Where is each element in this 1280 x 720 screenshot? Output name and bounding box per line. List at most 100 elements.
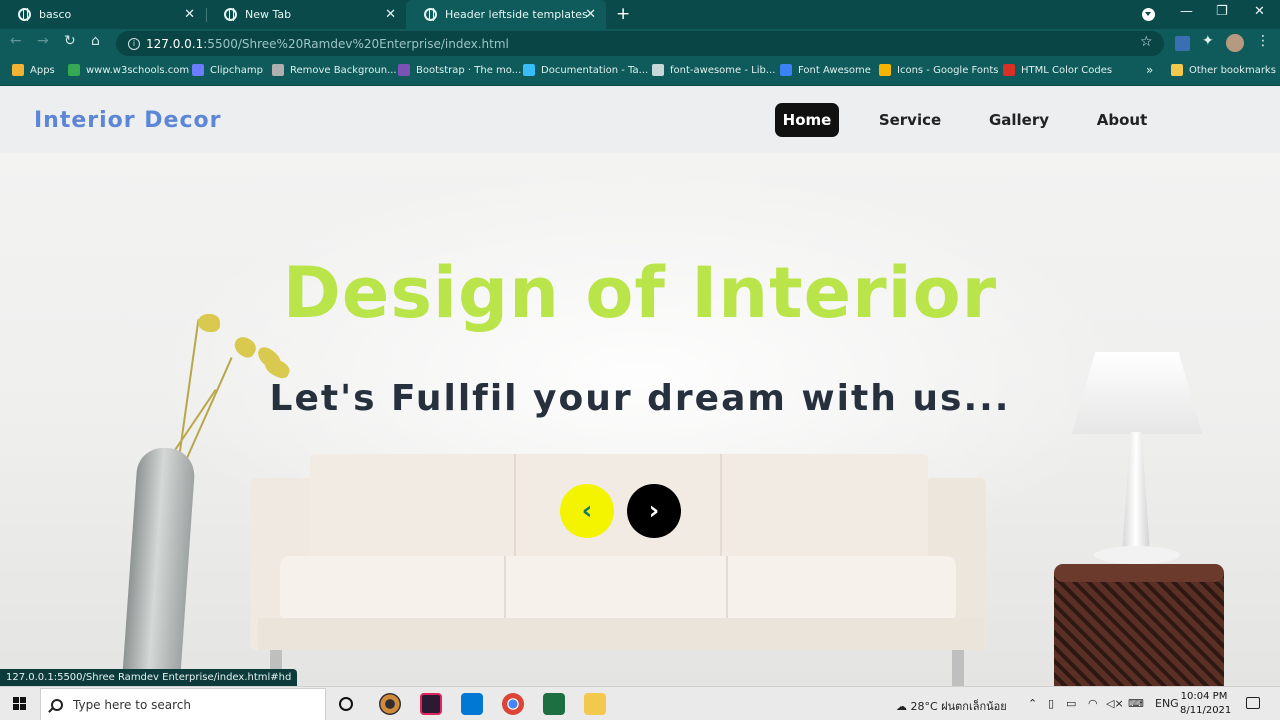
bookmarks-bar: Apps www.w3schools.com Clipchamp Remove … bbox=[0, 58, 1280, 86]
window-close-icon[interactable]: ✕ bbox=[1254, 4, 1265, 19]
bookmark-html-color-codes[interactable]: HTML Color Codes bbox=[1003, 64, 1112, 76]
notification-icon[interactable] bbox=[1246, 697, 1260, 709]
clock-date: 8/11/2021 bbox=[1180, 705, 1232, 716]
restore-icon[interactable]: ❐ bbox=[1216, 4, 1228, 19]
bookmark-label: font-awesome - Lib... bbox=[670, 64, 776, 76]
obs-studio-icon[interactable] bbox=[379, 693, 401, 715]
bookmark-w3schools[interactable]: www.w3schools.com bbox=[68, 64, 189, 76]
minimize-icon[interactable]: — bbox=[1180, 4, 1193, 19]
couch-cushion bbox=[516, 454, 722, 562]
url-path: :5500/Shree%20Ramdev%20Enterprise/index.… bbox=[203, 36, 509, 51]
bookmark-star-icon[interactable]: ☆ bbox=[1140, 34, 1153, 50]
web-page: Interior Decor Home Service Gallery Abou… bbox=[0, 86, 1280, 686]
taskbar-search-input[interactable]: Type here to search bbox=[40, 688, 326, 720]
other-bookmarks[interactable]: Other bookmarks bbox=[1171, 64, 1276, 76]
chrome-icon[interactable] bbox=[502, 693, 524, 715]
tab-new-tab[interactable]: New Tab ✕ bbox=[206, 0, 406, 29]
file-explorer-icon[interactable] bbox=[584, 693, 606, 715]
tab-search-icon[interactable] bbox=[1142, 8, 1155, 21]
info-icon[interactable]: i bbox=[128, 37, 140, 50]
search-placeholder: Type here to search bbox=[73, 697, 191, 712]
bookmark-google-icons[interactable]: Icons - Google Fonts bbox=[879, 64, 999, 76]
vscode-icon[interactable] bbox=[461, 693, 483, 715]
address-bar[interactable]: i 127.0.0.1:5500/Shree%20Ramdev%20Enterp… bbox=[116, 31, 1164, 56]
weather-widget[interactable]: ☁ 28°C ฝนตกเล็กน้อย bbox=[896, 697, 1007, 715]
close-icon[interactable]: ✕ bbox=[184, 7, 195, 22]
extension-icon[interactable] bbox=[1175, 36, 1190, 51]
vase bbox=[121, 448, 197, 686]
remove-bg-icon bbox=[272, 64, 284, 76]
couch-back bbox=[310, 454, 928, 562]
couch-base bbox=[258, 618, 984, 650]
slider-prev-button[interactable]: ‹ bbox=[560, 484, 614, 538]
bookmark-bootstrap[interactable]: Bootstrap · The mo... bbox=[398, 64, 521, 76]
extensions-puzzle-icon[interactable]: ✦ bbox=[1202, 33, 1217, 49]
chrome-icon bbox=[224, 8, 237, 21]
excel-icon[interactable] bbox=[543, 693, 565, 715]
windows-taskbar: Type here to search ☁ 28°C ฝนตกเล็กน้อย … bbox=[0, 686, 1280, 720]
bookmark-font-awesome-lib[interactable]: font-awesome - Lib... bbox=[652, 64, 775, 76]
bookmark-apps[interactable]: Apps bbox=[12, 64, 55, 76]
clipchamp-icon bbox=[192, 64, 204, 76]
media-app-icon[interactable] bbox=[420, 693, 442, 715]
bookmark-clipchamp[interactable]: Clipchamp bbox=[192, 64, 263, 76]
nav-about[interactable]: About bbox=[1090, 103, 1154, 137]
lamp-base bbox=[1094, 546, 1180, 564]
globe-icon bbox=[18, 8, 31, 21]
windows-start-icon[interactable] bbox=[13, 697, 27, 711]
nav-gallery[interactable]: Gallery bbox=[982, 103, 1056, 137]
cortana-icon[interactable] bbox=[339, 697, 353, 711]
clock-time: 10:04 PM bbox=[1180, 691, 1228, 702]
language-indicator[interactable]: ENG bbox=[1155, 697, 1179, 710]
slider-next-button[interactable]: › bbox=[627, 484, 681, 538]
volume-icon[interactable]: ◁× bbox=[1106, 697, 1124, 710]
close-icon[interactable]: ✕ bbox=[585, 7, 596, 22]
forward-icon[interactable]: → bbox=[37, 33, 49, 49]
keyboard-icon[interactable]: ⌨ bbox=[1128, 697, 1144, 710]
wifi-icon[interactable]: ◠ bbox=[1088, 697, 1098, 710]
tab-basco[interactable]: basco ✕ bbox=[0, 0, 205, 29]
code-icon bbox=[652, 64, 664, 76]
tab-title: New Tab bbox=[245, 8, 292, 21]
couch-seat-cushion bbox=[280, 556, 506, 622]
hero-subtitle: Let's Fullfil your dream with us... bbox=[269, 378, 1011, 419]
side-table-top bbox=[1054, 564, 1224, 582]
nav-service[interactable]: Service bbox=[872, 103, 948, 137]
search-icon bbox=[51, 698, 63, 711]
site-header: Interior Decor Home Service Gallery Abou… bbox=[0, 86, 1280, 153]
new-tab-button[interactable]: + bbox=[616, 4, 630, 24]
browser-toolbar: ← → ↻ ⌂ i 127.0.0.1:5500/Shree%20Ramdev%… bbox=[0, 29, 1280, 58]
bookmarks-overflow-button[interactable]: » bbox=[1146, 63, 1153, 77]
google-fonts-icon bbox=[879, 64, 891, 76]
bookmark-label: Icons - Google Fonts bbox=[897, 64, 999, 76]
site-logo[interactable]: Interior Decor bbox=[34, 108, 222, 133]
tray-overflow-icon[interactable]: ⌃ bbox=[1028, 697, 1037, 710]
tab-strip: basco ✕ New Tab ✕ Header leftside templa… bbox=[0, 0, 1280, 29]
couch-seat-cushion bbox=[506, 556, 728, 622]
reload-icon[interactable]: ↻ bbox=[64, 33, 76, 49]
battery-icon[interactable]: ▭ bbox=[1066, 697, 1076, 710]
globe-icon bbox=[424, 8, 437, 21]
home-icon[interactable]: ⌂ bbox=[91, 33, 100, 49]
side-table bbox=[1054, 564, 1224, 686]
bookmark-label: Remove Backgroun... bbox=[290, 64, 397, 76]
nav-home[interactable]: Home bbox=[775, 103, 839, 137]
bookmark-documentation[interactable]: Documentation - Ta... bbox=[523, 64, 648, 76]
apps-grid-icon bbox=[12, 64, 24, 76]
bookmark-font-awesome[interactable]: Font Awesome bbox=[780, 64, 871, 76]
flag-icon bbox=[780, 64, 792, 76]
close-icon[interactable]: ✕ bbox=[385, 7, 396, 22]
profile-avatar[interactable] bbox=[1226, 34, 1244, 52]
bookmark-label: Font Awesome bbox=[798, 64, 871, 76]
bookmark-remove-background[interactable]: Remove Backgroun... bbox=[272, 64, 397, 76]
system-clock[interactable]: 10:04 PM 8/11/2021 bbox=[1180, 690, 1232, 718]
tray-device-icon[interactable]: ▯ bbox=[1048, 697, 1054, 710]
tab-header-leftside-templates[interactable]: Header leftside templates ✕ bbox=[406, 0, 606, 29]
status-bar-url: 127.0.0.1:5500/Shree Ramdev Enterprise/i… bbox=[0, 669, 298, 686]
menu-icon[interactable]: ⋮ bbox=[1256, 33, 1270, 49]
back-icon[interactable]: ← bbox=[10, 33, 22, 49]
bookmark-label: Other bookmarks bbox=[1189, 64, 1276, 76]
folder-icon bbox=[1171, 64, 1183, 76]
color-codes-icon bbox=[1003, 64, 1015, 76]
chevron-left-icon: ‹ bbox=[581, 496, 593, 526]
